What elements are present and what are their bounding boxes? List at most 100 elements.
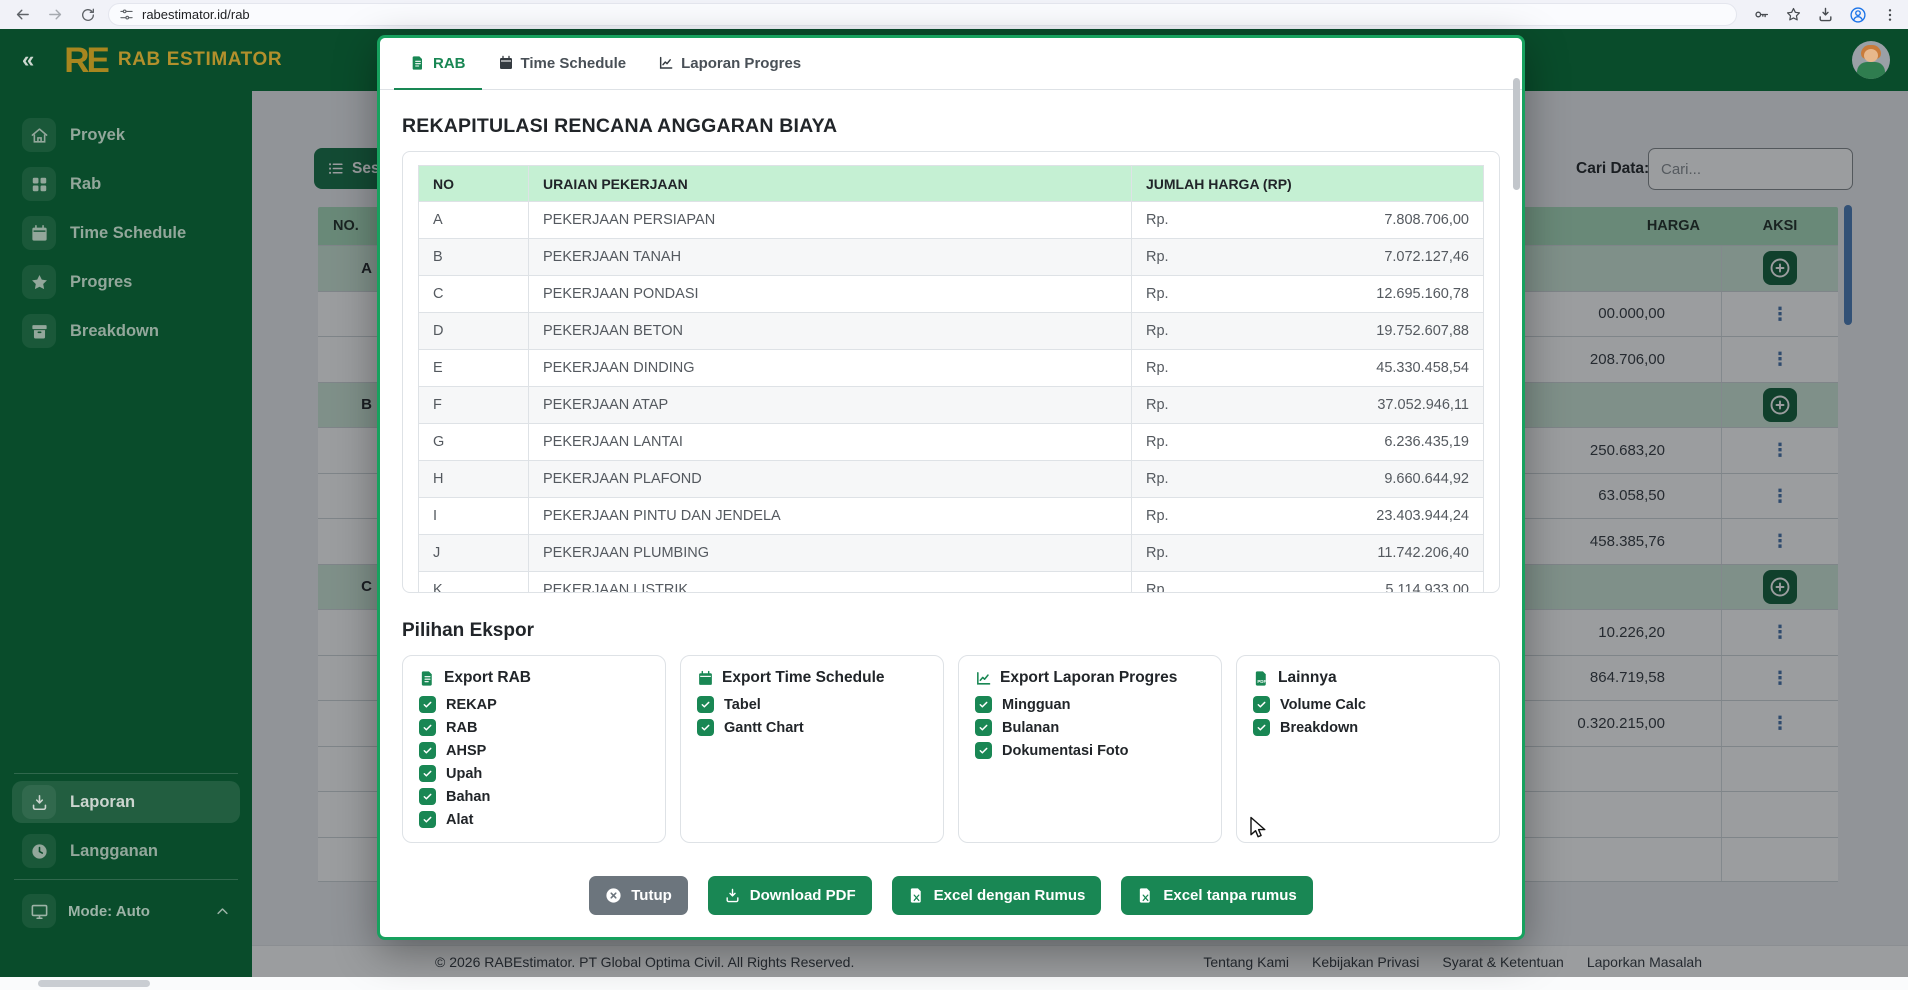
excel-dengan-rumus-button[interactable]: Excel dengan Rumus [892,876,1102,915]
horizontal-scrollbar-thumb[interactable] [38,980,150,987]
rekap-row: JPEKERJAAN PLUMBINGRp.11.742.206,40 [419,535,1484,572]
url-text[interactable]: rabestimator.id/rab [142,7,250,22]
export-option-upah[interactable]: Upah [419,765,649,782]
forward-icon[interactable] [47,6,64,23]
box-icon [30,322,49,341]
checkbox-checked[interactable] [419,742,436,759]
reload-icon[interactable] [80,7,96,23]
option-label: Bulanan [1002,720,1059,736]
rekap-no: C [419,276,529,313]
option-label: RAB [446,720,477,736]
sidebar-item-label: Progres [70,273,132,292]
sidebar-item-breakdown[interactable]: Breakdown [12,310,240,352]
downloads-icon[interactable] [1817,6,1834,23]
tab-time-schedule[interactable]: Time Schedule [482,38,643,90]
check-icon [422,745,433,756]
profile-icon[interactable] [1849,6,1867,24]
rekap-uraian: PEKERJAAN ATAP [529,387,1132,424]
export-card-title: Export Laporan Progres [975,669,1205,687]
export-option-ahsp[interactable]: AHSP [419,742,649,759]
tutup-button[interactable]: Tutup [589,876,688,915]
star-icon [30,273,49,292]
excel-icon [1137,887,1154,904]
checkbox-checked[interactable] [419,696,436,713]
export-option-rab[interactable]: RAB [419,719,649,736]
sidebar-item-time-schedule[interactable]: Time Schedule [12,212,240,254]
option-label: Mingguan [1002,697,1070,713]
mode-label: Mode: Auto [68,903,150,920]
rekap-jumlah: Rp.7.808.706,00 [1132,202,1484,239]
export-option-dokumentasi-foto[interactable]: Dokumentasi Foto [975,742,1205,759]
export-card-export-rab: Export RAB REKAP RAB AHSP Upah Bahan Alat [402,655,666,843]
checkbox-checked[interactable] [697,696,714,713]
chart-green-icon [975,670,992,687]
home-icon [30,126,49,145]
checkbox-checked[interactable] [975,742,992,759]
export-card-title: PDFLainnya [1253,669,1483,687]
export-option-mingguan[interactable]: Mingguan [975,696,1205,713]
address-bar[interactable]: rabestimator.id/rab [108,3,1737,26]
option-label: REKAP [446,697,497,713]
option-label: Breakdown [1280,720,1358,736]
tab-laporan-progres[interactable]: Laporan Progres [642,38,817,90]
checkbox-checked[interactable] [419,765,436,782]
option-label: AHSP [446,743,486,759]
rekap-no: J [419,535,529,572]
checkbox-checked[interactable] [975,696,992,713]
sidebar-item-rab[interactable]: Rab [12,163,240,205]
tab-rab[interactable]: RAB [394,38,482,90]
export-option-volume-calc[interactable]: Volume Calc [1253,696,1483,713]
export-card-title: Export RAB [419,669,649,687]
export-option-tabel[interactable]: Tabel [697,696,927,713]
sidebar-item-langganan[interactable]: Langganan [12,830,240,872]
password-key-icon[interactable] [1753,6,1770,23]
checkbox-checked[interactable] [1253,719,1270,736]
export-option-bahan[interactable]: Bahan [419,788,649,805]
check-icon [1256,699,1267,710]
check-icon [422,768,433,779]
rekap-row: IPEKERJAAN PINTU DAN JENDELARp.23.403.94… [419,498,1484,535]
rekap-jumlah: Rp.6.236.435,19 [1132,424,1484,461]
export-option-gantt-chart[interactable]: Gantt Chart [697,719,927,736]
export-option-bulanan[interactable]: Bulanan [975,719,1205,736]
sidebar-divider [14,879,238,880]
modal-scrollbar-thumb[interactable] [1513,78,1520,190]
rekap-uraian: PEKERJAAN PERSIAPAN [529,202,1132,239]
checkbox-checked[interactable] [697,719,714,736]
checkbox-checked[interactable] [975,719,992,736]
sidebar-item-progres[interactable]: Progres [12,261,240,303]
sidebar-mode-toggle[interactable]: Mode: Auto [12,890,240,932]
checkbox-checked[interactable] [1253,696,1270,713]
sidebar-item-laporan[interactable]: Laporan [12,781,240,823]
check-icon [422,814,433,825]
clock-icon [30,842,49,861]
tab-label: Laporan Progres [681,55,801,72]
export-option-rekap[interactable]: REKAP [419,696,649,713]
chart-icon [658,55,674,71]
user-avatar[interactable] [1852,41,1890,79]
check-icon [700,699,711,710]
modal-title: REKAPITULASI RENCANA ANGGARAN BIAYA [402,115,1500,138]
download-pdf-button[interactable]: Download PDF [708,876,872,915]
modal-tabbar: RABTime Schedule Laporan Progres [380,38,1522,90]
checkbox-checked[interactable] [419,719,436,736]
checkbox-checked[interactable] [419,788,436,805]
browser-nav [14,6,96,23]
sidebar-collapse-icon[interactable]: « [22,49,34,71]
rekap-no: F [419,387,529,424]
export-cards: Export RABREKAPRABAHSPUpahBahanAlatExpor… [402,655,1500,843]
checkbox-checked[interactable] [419,811,436,828]
export-card-lainnya: PDFLainnya Volume Calc Breakdown [1236,655,1500,843]
rekap-table-card: NO URAIAN PEKERJAAN JUMLAH HARGA (RP) AP… [402,151,1500,593]
bookmark-star-icon[interactable] [1785,6,1802,23]
export-option-breakdown[interactable]: Breakdown [1253,719,1483,736]
sidebar-item-proyek[interactable]: Proyek [12,114,240,156]
browser-menu-icon[interactable] [1882,7,1898,23]
site-settings-icon[interactable] [119,7,134,22]
download-icon [30,793,49,812]
export-option-alat[interactable]: Alat [419,811,649,828]
rekap-uraian: PEKERJAAN PLUMBING [529,535,1132,572]
browser-actions [1753,6,1898,24]
back-icon[interactable] [14,6,31,23]
excel-tanpa-rumus-button[interactable]: Excel tanpa rumus [1121,876,1312,915]
